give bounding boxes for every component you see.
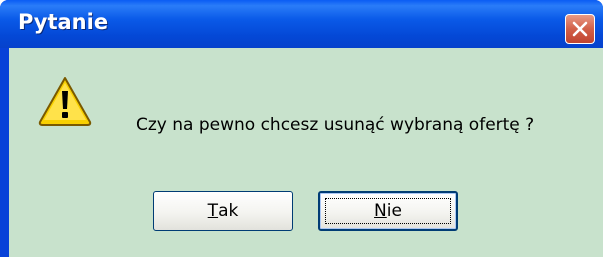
dialog-body: Czy na pewno chcesz usunąć wybraną ofert… xyxy=(9,48,603,257)
dialog-window: Pytanie Czy na pewno chcesz usunąć wybra… xyxy=(0,0,603,257)
yes-button[interactable]: Tak xyxy=(153,191,293,231)
close-button[interactable] xyxy=(565,14,595,44)
yes-button-mnemonic: T xyxy=(207,201,219,221)
no-button-mnemonic: N xyxy=(374,201,387,221)
yes-button-label: ak xyxy=(218,201,239,221)
warning-icon xyxy=(38,77,92,126)
title-bar[interactable]: Pytanie xyxy=(0,0,603,48)
window-title: Pytanie xyxy=(18,10,109,34)
close-icon xyxy=(572,21,588,37)
confirmation-message: Czy na pewno chcesz usunąć wybraną ofert… xyxy=(136,115,535,135)
no-button[interactable]: Nie xyxy=(318,191,458,231)
no-button-label: ie xyxy=(386,201,402,221)
